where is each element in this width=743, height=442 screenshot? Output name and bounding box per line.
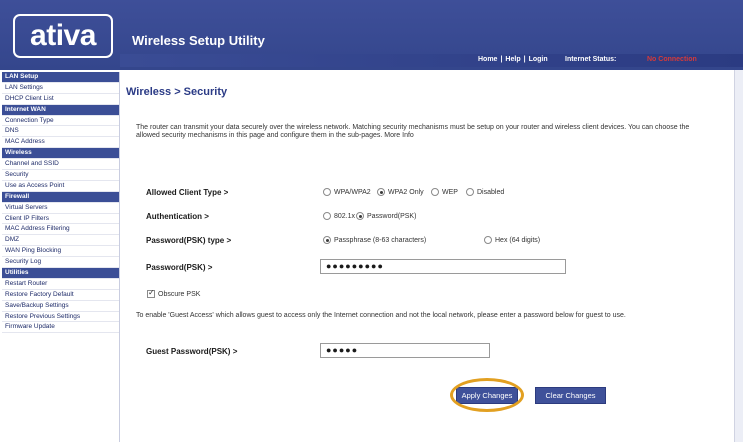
sidebar-section-lan-setup: LAN Setup bbox=[2, 72, 119, 83]
radio-wpa2-only[interactable]: WPA2 Only bbox=[377, 188, 424, 196]
radio-label: Disabled bbox=[477, 188, 505, 196]
main-content: Wireless > Security The router can trans… bbox=[120, 70, 734, 442]
sidebar-item-client-ip-filters[interactable]: Client IP Filters bbox=[2, 213, 119, 225]
sidebar-item-virtual-servers[interactable]: Virtual Servers bbox=[2, 202, 119, 214]
ativa-logo: ativa bbox=[13, 14, 113, 58]
sidebar-item-access-point[interactable]: Use as Access Point bbox=[2, 180, 119, 192]
sidebar-item-security-log[interactable]: Security Log bbox=[2, 257, 119, 269]
radio-password-psk[interactable]: Password(PSK) bbox=[356, 212, 416, 220]
radio-hex[interactable]: Hex (64 digits) bbox=[484, 236, 540, 244]
radio-label: WEP bbox=[442, 188, 458, 196]
sidebar-section-wireless: Wireless bbox=[2, 148, 119, 160]
radio-8021x[interactable]: 802.1x bbox=[323, 212, 355, 220]
guest-password-label: Guest Password(PSK) > bbox=[146, 347, 238, 356]
sidebar-item-restart-router[interactable]: Restart Router bbox=[2, 278, 119, 290]
radio-button[interactable] bbox=[323, 212, 331, 220]
top-bar: Home | Help | Login Internet Status: No Conn… bbox=[120, 54, 743, 67]
radio-wpa-wpa2[interactable]: WPA/WPA2 bbox=[323, 188, 371, 196]
links-separator: | bbox=[523, 56, 526, 63]
sidebar-item-wan-ping-blocking[interactable]: WAN Ping Blocking bbox=[2, 246, 119, 258]
radio-label: WPA/WPA2 bbox=[334, 188, 371, 196]
radio-button-selected[interactable] bbox=[356, 212, 364, 220]
sidebar-item-dns[interactable]: DNS bbox=[2, 126, 119, 138]
radio-passphrase[interactable]: Passphrase (8-63 characters) bbox=[323, 236, 426, 244]
sidebar-item-dmz[interactable]: DMZ bbox=[2, 235, 119, 247]
radio-wep[interactable]: WEP bbox=[431, 188, 458, 196]
app-title: Wireless Setup Utility bbox=[132, 33, 265, 48]
allowed-client-type-label: Allowed Client Type > bbox=[146, 188, 229, 197]
sidebar-section-utilities: Utilities bbox=[2, 268, 119, 279]
guest-access-description: To enable 'Guest Access' which allows gu… bbox=[136, 312, 626, 319]
password-label: Password(PSK) > bbox=[146, 263, 213, 272]
header-links: Home | Help | Login bbox=[478, 56, 551, 63]
sidebar-item-channel-ssid[interactable]: Channel and SSID bbox=[2, 159, 119, 171]
obscure-psk-label: Obscure PSK bbox=[158, 290, 201, 298]
radio-label: 802.1x bbox=[334, 212, 356, 220]
radio-button[interactable] bbox=[323, 188, 331, 196]
authentication-label: Authentication > bbox=[146, 212, 209, 221]
intro-text: The router can transmit your data secure… bbox=[136, 124, 690, 139]
radio-button-selected[interactable] bbox=[377, 188, 385, 196]
highlight-ring bbox=[450, 378, 524, 412]
sidebar-item-restore-factory[interactable]: Restore Factory Default bbox=[2, 289, 119, 301]
radio-label: Password(PSK) bbox=[367, 212, 417, 220]
radio-button-selected[interactable] bbox=[323, 236, 331, 244]
sidebar-item-lan-settings[interactable]: LAN Settings bbox=[2, 82, 119, 94]
radio-button[interactable] bbox=[431, 188, 439, 196]
sidebar-item-save-backup[interactable]: Save/Backup Settings bbox=[2, 300, 119, 312]
radio-button[interactable] bbox=[466, 188, 474, 196]
app-header: ativa Wireless Setup Utility Home | Help | L… bbox=[0, 0, 743, 70]
sidebar-item-mac-filtering[interactable]: MAC Address Filtering bbox=[2, 224, 119, 236]
radio-disabled[interactable]: Disabled bbox=[466, 188, 504, 196]
home-link[interactable]: Home bbox=[478, 56, 497, 63]
password-input[interactable]: ●●●●●●●●● bbox=[320, 259, 566, 274]
obscure-psk-checkbox[interactable] bbox=[147, 288, 155, 298]
logo-text: ativa bbox=[30, 19, 96, 52]
internet-status-label: Internet Status: bbox=[565, 56, 617, 63]
help-link[interactable]: Help bbox=[505, 56, 520, 63]
radio-label: WPA2 Only bbox=[388, 188, 424, 196]
sidebar-section-firewall: Firewall bbox=[2, 191, 119, 203]
sidebar-item-connection-type[interactable]: Connection Type bbox=[2, 115, 119, 127]
sidebar-item-dhcp-client-list[interactable]: DHCP Client List bbox=[2, 93, 119, 105]
sidebar-item-restore-previous[interactable]: Restore Previous Settings bbox=[2, 311, 119, 323]
radio-label: Passphrase (8-63 characters) bbox=[334, 236, 427, 244]
sidebar-item-mac-address[interactable]: MAC Address bbox=[2, 137, 119, 149]
radio-button[interactable] bbox=[484, 236, 492, 244]
links-separator: | bbox=[500, 56, 503, 63]
sidebar-nav: LAN Setup LAN Settings DHCP Client List … bbox=[2, 72, 120, 442]
sidebar-item-security[interactable]: Security bbox=[2, 170, 119, 181]
sidebar-item-firmware-update[interactable]: Firmware Update bbox=[2, 322, 119, 334]
guest-password-input[interactable]: ●●●●● bbox=[320, 343, 490, 358]
sidebar-section-internet-wan: Internet WAN bbox=[2, 104, 119, 116]
right-edge-panel bbox=[734, 70, 743, 442]
login-link[interactable]: Login bbox=[529, 56, 548, 63]
radio-label: Hex (64 digits) bbox=[495, 236, 541, 244]
page-title: Wireless > Security bbox=[126, 86, 228, 98]
obscure-psk-checkbox-row[interactable]: Obscure PSK bbox=[147, 288, 201, 298]
psk-type-label: Password(PSK) type > bbox=[146, 236, 232, 245]
clear-changes-button[interactable]: Clear Changes bbox=[535, 387, 606, 404]
internet-status-value: No Connection bbox=[647, 56, 697, 63]
